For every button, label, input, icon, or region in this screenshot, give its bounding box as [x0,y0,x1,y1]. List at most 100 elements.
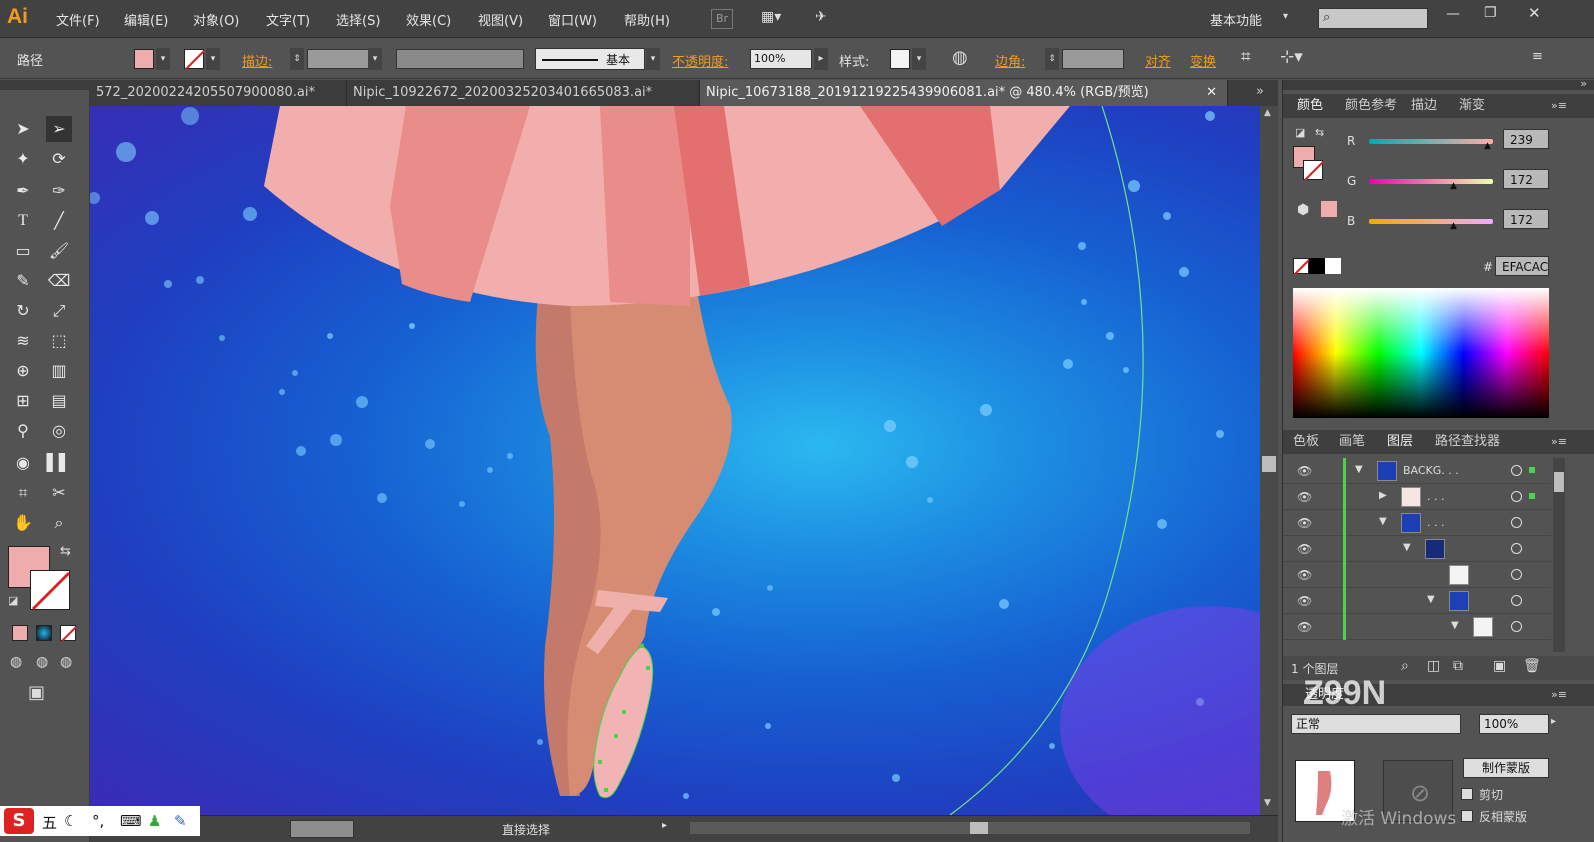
magic-wand-icon[interactable]: ✦ [10,146,36,172]
disclosure-triangle-icon[interactable]: ▼ [1355,464,1363,475]
target-circle-icon[interactable] [1511,621,1522,632]
hand-tool-icon[interactable]: ✋ [10,510,36,536]
swap-colors-icon[interactable]: ⇆ [1315,126,1324,139]
menu-type[interactable]: 文字(T) [266,10,310,29]
b-value-input[interactable]: 172 [1503,209,1549,229]
stroke-weight-stepper[interactable]: ⇕ [290,48,304,70]
zoom-tool-icon[interactable]: ⌕ [46,510,72,536]
target-circle-icon[interactable] [1511,491,1522,502]
moon-icon[interactable]: ☾ [64,812,77,830]
scroll-thumb[interactable] [970,822,988,834]
eye-icon[interactable]: 👁 [1297,542,1312,556]
in-gamut-swatch[interactable] [1321,201,1337,217]
stroke-swatch[interactable] [184,49,205,70]
type-tool-icon[interactable]: T [10,208,36,234]
scale-tool-icon[interactable]: ⤢ [46,298,72,324]
minimize-icon[interactable]: — [1446,6,1460,22]
clip-checkbox[interactable] [1461,788,1473,800]
r-slider-thumb[interactable]: ▲ [1484,141,1491,151]
color-panel-stroke-box[interactable] [1303,160,1324,181]
bridge-button[interactable]: Br [711,9,733,29]
invert-mask-checkbox[interactable] [1461,810,1473,822]
blend-tool-icon[interactable]: ◎ [46,418,72,444]
keyboard-icon[interactable]: ⌨ [120,812,142,830]
disclosure-triangle-icon[interactable]: ▶ [1379,490,1387,501]
eye-icon[interactable]: 👁 [1297,568,1312,582]
menu-effect[interactable]: 效果(C) [406,10,451,29]
panel-menu-icon[interactable]: »≡ [1551,684,1567,706]
direct-selection-tool-icon[interactable]: ➢ [46,116,72,142]
layer-row[interactable]: 👁 ▼ [1283,588,1551,614]
chevron-down-icon[interactable]: ▼ [1264,798,1271,808]
color-spectrum[interactable] [1293,288,1549,418]
recolor-artwork-icon[interactable]: ◍ [952,47,968,68]
g-slider-thumb[interactable]: ▲ [1450,181,1457,191]
target-circle-icon[interactable] [1511,569,1522,580]
target-circle-icon[interactable] [1511,465,1522,476]
eraser-icon[interactable]: ⌫ [46,268,72,294]
pen-tool-icon[interactable]: ✒ [10,178,36,204]
default-colors-icon[interactable]: ◪ [8,594,18,607]
b-slider[interactable] [1369,219,1493,224]
disclosure-triangle-icon[interactable]: ▼ [1379,516,1387,527]
out-of-gamut-cube-icon[interactable]: ⬢ [1297,202,1309,218]
target-circle-icon[interactable] [1511,517,1522,528]
horizontal-scrollbar[interactable] [690,822,1250,834]
search-input[interactable]: ⌕ [1318,8,1428,29]
slice-tool-icon[interactable]: ✂ [46,480,72,506]
tab-color[interactable]: 颜色 [1297,94,1323,118]
panel-menu-icon[interactable]: »≡ [1551,94,1567,118]
layer-row[interactable]: 👁 ▶ . . . [1283,484,1551,510]
graphic-style-swatch[interactable] [890,49,910,69]
opacity-label[interactable]: 不透明度: [672,51,728,70]
panel-menu-icon[interactable]: »≡ [1551,430,1567,454]
swap-fill-stroke-icon[interactable]: ⇆ [60,544,71,559]
chevron-down-icon[interactable]: ▾ [1283,11,1288,22]
vertical-scrollbar[interactable]: ▲ ▼ [1260,106,1278,815]
chevron-right-icon[interactable]: ▸ [1551,716,1556,727]
tab-pathfinder[interactable]: 路径查找器 [1435,430,1500,454]
target-circle-icon[interactable] [1511,595,1522,606]
draw-normal-icon[interactable]: ◍ [10,654,22,670]
gpu-performance-icon[interactable]: ✈ [815,9,841,29]
menu-edit[interactable]: 编辑(E) [124,10,168,29]
gradient-tool-icon[interactable]: ▤ [46,388,72,414]
tab-gradient[interactable]: 渐变 [1459,94,1485,118]
layer-row[interactable]: 👁 ▼ . . . [1283,510,1551,536]
r-value-input[interactable]: 239 [1503,129,1549,149]
brush-definition[interactable]: 基本 [535,48,645,70]
chevron-down-icon[interactable]: ▾ [646,48,660,70]
rectangle-tool-icon[interactable]: ▭ [10,238,36,264]
restore-icon[interactable]: ❐ [1484,5,1497,21]
curvature-tool-icon[interactable]: ✑ [46,178,72,204]
r-slider[interactable] [1369,139,1493,144]
stroke-label[interactable]: 描边: [242,51,272,70]
opacity-input[interactable]: 100% [750,49,812,69]
menu-file[interactable]: 文件(F) [56,10,100,29]
menu-select[interactable]: 选择(S) [336,10,380,29]
menu-view[interactable]: 视图(V) [478,10,523,29]
menu-window[interactable]: 窗口(W) [548,10,597,29]
tab-layers[interactable]: 图层 [1387,430,1413,454]
white-swatch[interactable] [1325,258,1341,274]
symbol-sprayer-icon[interactable]: ◉ [10,450,36,476]
eye-icon[interactable]: 👁 [1297,594,1312,608]
pencil-icon[interactable]: ✎ [10,268,36,294]
column-graph-icon[interactable]: ▌▌ [46,450,72,476]
screen-mode-icon[interactable]: ▣ [28,682,45,703]
artboard-navigation-input[interactable] [290,820,354,838]
close-icon[interactable]: ✕ [1206,80,1217,106]
tab-brushes[interactable]: 画笔 [1339,430,1365,454]
corner-label[interactable]: 边角: [995,51,1025,70]
tab-document-1[interactable]: 572_20200224205507900080.ai* [90,80,347,106]
tab-color-guide[interactable]: 颜色参考 [1345,94,1397,118]
disclosure-triangle-icon[interactable]: ▼ [1451,620,1459,631]
corner-radius-input[interactable] [1062,49,1124,69]
tab-document-2[interactable]: Nipic_10922672_20200325203401665083.ai* [347,80,700,106]
chevron-down-icon[interactable]: ▾ [206,48,220,70]
arrange-documents-icon[interactable]: ▦▾ [761,9,795,29]
ime-logo-icon[interactable]: S [4,808,34,834]
mesh-tool-icon[interactable]: ⊞ [10,388,36,414]
transform-each-icon[interactable]: ⊹▾ [1280,47,1303,67]
eye-icon[interactable]: 👁 [1297,464,1312,478]
